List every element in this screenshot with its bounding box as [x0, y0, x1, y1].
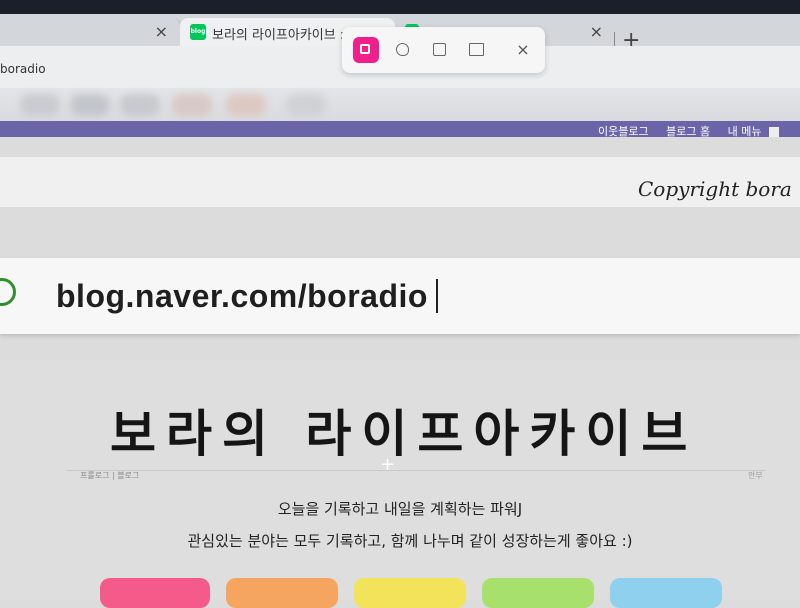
search-icon — [0, 278, 16, 306]
blog-favicon-icon: blog — [190, 24, 206, 40]
nav-my-menu[interactable]: 내 메뉴 — [728, 125, 762, 138]
divider — [66, 470, 766, 471]
blurred-bookmark — [286, 94, 326, 116]
category-pill[interactable] — [100, 578, 210, 608]
category-pill[interactable] — [610, 578, 722, 608]
fullscreen-capture-icon[interactable] — [464, 37, 490, 63]
address-text: boradio — [0, 62, 46, 76]
category-pill[interactable] — [226, 578, 338, 608]
url-text: blog.naver.com/boradio — [56, 278, 428, 314]
rectangle-capture-icon[interactable] — [353, 37, 379, 63]
prologue-link[interactable]: 프롤로그 | 블로그 — [80, 470, 139, 481]
tagline-1: 오늘을 기록하고 내일을 계획하는 파워J — [277, 500, 523, 518]
category-pill[interactable] — [354, 578, 466, 608]
bookmarks-bar — [0, 88, 800, 124]
crosshair-icon: + — [380, 454, 396, 475]
blog-nav-bar: 이웃블로그 블로그 홈 내 메뉴 — [0, 121, 800, 138]
freeform-capture-icon[interactable] — [390, 37, 416, 63]
blurred-bookmark — [120, 94, 160, 116]
nav-neighbor-blog[interactable]: 이웃블로그 — [598, 125, 649, 138]
blurred-bookmark — [226, 94, 266, 116]
window-capture-icon[interactable] — [427, 37, 453, 63]
guestbook-link[interactable]: 안부 — [748, 470, 763, 481]
url-input[interactable]: blog.naver.com/boradio — [56, 278, 438, 315]
tab-close-button[interactable]: × — [590, 22, 603, 41]
blog-title: 보라의 라이프아카이브 — [110, 405, 698, 463]
copyright-text: Copyright bora — [638, 177, 792, 201]
blurred-bookmark — [20, 94, 60, 116]
url-search-overlay[interactable]: blog.naver.com/boradio — [0, 258, 800, 334]
text-caret — [435, 279, 438, 313]
chevron-down-icon[interactable] — [768, 127, 779, 137]
category-pill[interactable] — [482, 578, 594, 608]
tagline-2: 관심있는 분야는 모두 기록하고, 함께 나누며 같이 성장하는게 좋아요 :) — [187, 532, 633, 550]
tab-previous[interactable]: × — [0, 18, 181, 46]
nav-blog-home[interactable]: 블로그 홈 — [666, 125, 710, 138]
blog-hero: 보라의 라이프아카이브 + 프롤로그 | 블로그 안부 오늘을 기록하고 내일을… — [0, 360, 800, 608]
blurred-bookmark — [70, 94, 110, 116]
close-icon[interactable]: × — [510, 37, 536, 63]
blurred-bookmark — [172, 94, 212, 116]
screen-capture-toolbar: × — [342, 27, 545, 73]
blog-header-band: Copyright bora — [0, 157, 800, 207]
tab-close-button[interactable]: × — [155, 22, 168, 41]
